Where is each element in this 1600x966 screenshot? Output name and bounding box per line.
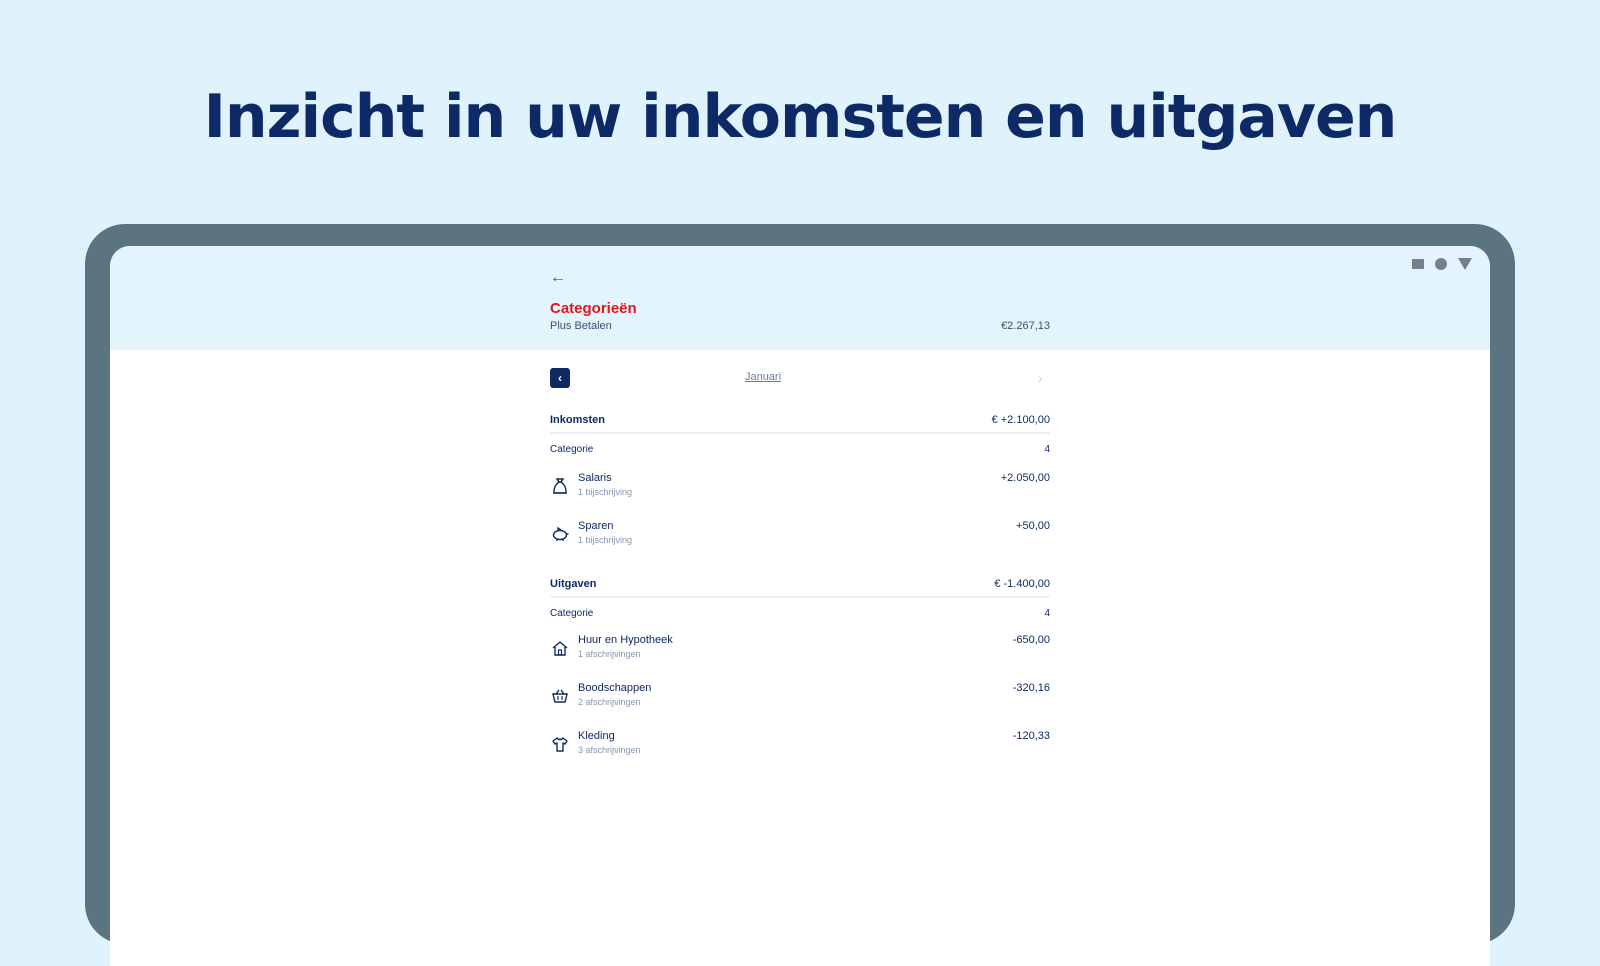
item-amount: -320,16: [1012, 682, 1050, 694]
tablet-frame: ← Categorieën Plus Betalen €2.267,13 ‹ J…: [85, 224, 1515, 966]
item-name: Huur en Hypotheek: [578, 634, 673, 646]
account-balance: €2.267,13: [1001, 320, 1050, 332]
expenses-total: € -1.400,00: [994, 578, 1050, 590]
category-item-kleding[interactable]: Kleding 3 afschrijvingen -120,33: [550, 730, 1050, 766]
income-label: Inkomsten: [550, 414, 606, 426]
category-item-sparen[interactable]: Sparen 1 bijschrijving +50,00: [550, 520, 1050, 556]
expenses-header[interactable]: Uitgaven € -1.400,00: [550, 578, 1050, 598]
circle-icon: [1435, 258, 1447, 270]
category-label: Categorie: [550, 444, 594, 455]
shirt-icon: [552, 737, 568, 752]
item-amount: -650,00: [1012, 634, 1050, 646]
status-bar: [1412, 258, 1472, 270]
category-item-boodschappen[interactable]: Boodschappen 2 afschrijvingen -320,16: [550, 682, 1050, 718]
expenses-label: Uitgaven: [550, 578, 597, 590]
income-total: € +2.100,00: [991, 414, 1050, 426]
item-amount: +2.050,00: [1000, 472, 1050, 484]
house-icon: [552, 641, 568, 656]
tablet-screen: ← Categorieën Plus Betalen €2.267,13 ‹ J…: [110, 246, 1490, 966]
app-header: ← Categorieën Plus Betalen €2.267,13: [110, 246, 1490, 350]
divider: [550, 596, 1050, 598]
category-count: 4: [1044, 444, 1050, 455]
expenses-category-header: Categorie 4: [550, 608, 1050, 624]
item-meta: 3 afschrijvingen: [578, 745, 641, 755]
item-meta: 1 afschrijvingen: [578, 649, 641, 659]
item-name: Kleding: [578, 730, 615, 742]
headline: Inzicht in uw inkomsten en uitgaven: [203, 82, 1398, 152]
item-name: Boodschappen: [578, 682, 652, 694]
item-amount: +50,00: [1016, 520, 1050, 532]
category-label: Categorie: [550, 608, 594, 619]
triangle-icon: [1458, 258, 1472, 270]
month-navigation: ‹ Januari ›: [550, 368, 1050, 392]
page-title: Categorieën: [550, 300, 637, 317]
item-name: Sparen: [578, 520, 614, 532]
shopping-basket-icon: [552, 689, 568, 703]
next-month-button[interactable]: ›: [1030, 368, 1050, 388]
item-meta: 1 bijschrijving: [578, 487, 633, 497]
income-header[interactable]: Inkomsten € +2.100,00: [550, 414, 1050, 434]
money-bag-icon: [553, 478, 567, 494]
month-label[interactable]: Januari: [550, 371, 976, 383]
item-meta: 2 afschrijvingen: [578, 697, 641, 707]
item-meta: 1 bijschrijving: [578, 535, 633, 545]
item-name: Salaris: [578, 472, 612, 484]
item-amount: -120,33: [1012, 730, 1050, 742]
category-item-salaris[interactable]: Salaris 1 bijschrijving +2.050,00: [550, 472, 1050, 508]
category-count: 4: [1044, 608, 1050, 619]
divider: [550, 432, 1050, 434]
income-category-header: Categorie 4: [550, 444, 1050, 460]
square-icon: [1412, 259, 1424, 269]
piggy-bank-icon: [552, 526, 569, 541]
category-item-huur-en-hypotheek[interactable]: Huur en Hypotheek 1 afschrijvingen -650,…: [550, 634, 1050, 670]
back-arrow-icon[interactable]: ←: [550, 270, 566, 286]
